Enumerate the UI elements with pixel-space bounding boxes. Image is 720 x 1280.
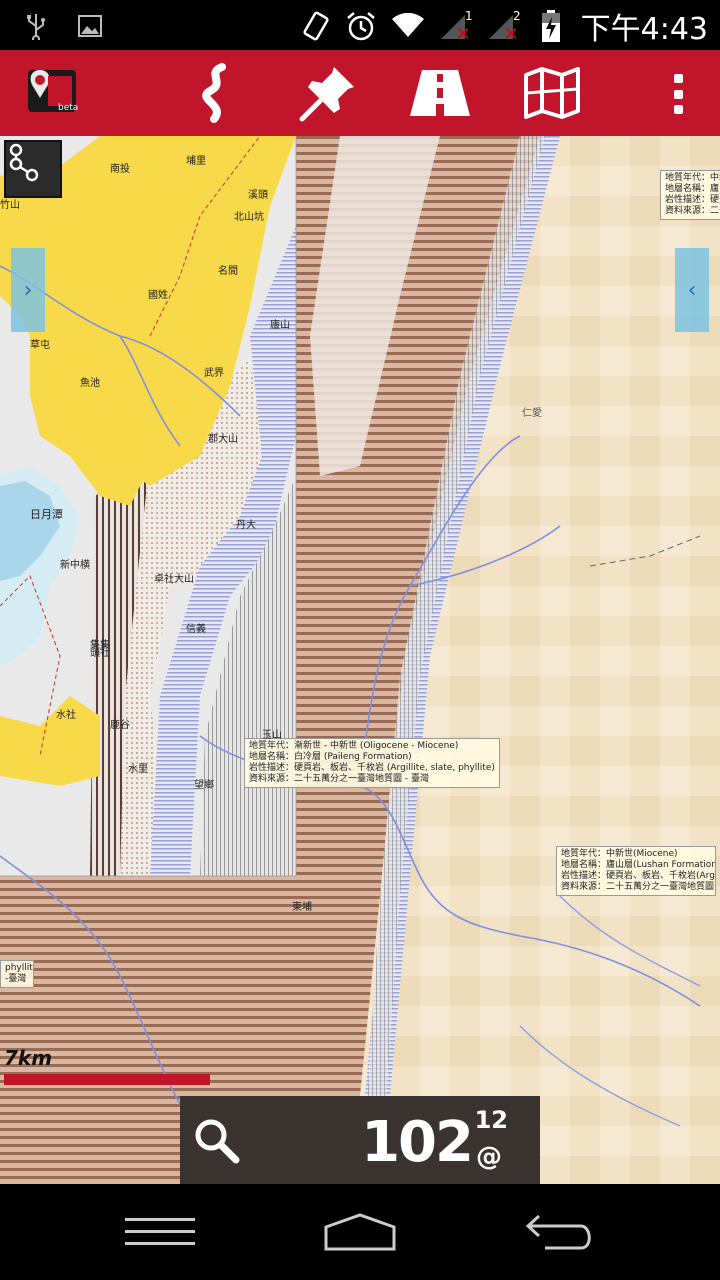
geology-info-box-2[interactable]: 地質年代：中新世(Miocene) 地層名稱：廬山層(Lushan Format… (556, 846, 716, 896)
place-label: 國姓 (148, 290, 168, 301)
scale-label: 7km (4, 1046, 53, 1070)
route-icon (202, 63, 226, 123)
geology-info-box-1[interactable]: 地質年代：漸新世 - 中新世 (Oligocene - Miocene) 地層名… (244, 738, 500, 788)
place-label: 竹山 (0, 200, 20, 211)
place-label: 北山坑 (234, 212, 264, 223)
app-logo[interactable]: beta (26, 66, 78, 118)
overflow-menu-icon (673, 74, 683, 83)
place-label: 武界 (204, 368, 224, 379)
place-label: 魚池 (80, 378, 100, 389)
map-icon (524, 67, 580, 119)
zoom-level: 102 (361, 1110, 474, 1175)
vibrate-icon (299, 10, 331, 42)
wifi-icon (391, 12, 424, 37)
sim1-signal: 1 ✕ (439, 9, 473, 45)
right-drawer-tab[interactable]: ‹ (675, 248, 709, 332)
search-icon (195, 1119, 240, 1164)
recent-apps-button[interactable] (110, 1204, 210, 1260)
geology-info-box-4[interactable]: phyllite) -臺灣 (0, 960, 34, 988)
pin-icon (299, 67, 354, 122)
map-scale: 7km (4, 1046, 210, 1085)
recent-apps-icon (125, 1218, 195, 1245)
place-label: 仁愛 (522, 408, 542, 419)
chevron-left-icon: ‹ (687, 277, 697, 303)
place-label: 南投 (110, 164, 130, 175)
search-zoom-panel: 102 12 @ (180, 1096, 540, 1184)
place-label: 水里 (128, 764, 148, 775)
place-label: 望鄉 (194, 780, 214, 791)
place-label: 丹大 (236, 520, 256, 531)
place-label: 頭社 (90, 648, 110, 659)
back-button[interactable] (510, 1204, 610, 1260)
place-label: 新中横 (60, 560, 90, 571)
back-icon (525, 1214, 591, 1250)
overflow-menu-button[interactable] (672, 74, 684, 114)
image-icon (74, 10, 106, 42)
geology-info-box-3[interactable]: 地質年代：中新 地層名稱：廬山 岩性描述：硬頁 資料來源：二十 (660, 170, 720, 220)
sim2-signal: 2 ✕ (487, 9, 521, 45)
place-label: 水社 (56, 710, 76, 721)
home-button[interactable] (310, 1204, 410, 1260)
zoom-sup: 12 (474, 1106, 508, 1134)
zoom-at: @ (476, 1142, 502, 1172)
place-label: 郡大山 (208, 434, 238, 445)
road-button[interactable] (408, 62, 472, 124)
scale-bar (4, 1074, 210, 1085)
place-label: 日月潭 (30, 508, 63, 521)
place-label: 玉山 (262, 730, 282, 741)
place-label: 東埔 (292, 902, 312, 913)
pin-button[interactable] (296, 62, 360, 124)
place-label: 鹿谷 (110, 720, 130, 731)
navigation-bar (0, 1184, 720, 1280)
place-label: 信義 (186, 624, 206, 635)
clock: 下午4:43 (580, 12, 708, 47)
logo-beta-text: beta (58, 103, 78, 113)
map-button[interactable] (520, 62, 584, 124)
place-label: 卓社大山 (154, 574, 194, 585)
app-toolbar: beta (0, 50, 720, 136)
battery-icon (535, 10, 567, 42)
home-icon (324, 1213, 396, 1251)
wifi-signal (391, 9, 425, 43)
place-label: 廬山 (270, 320, 290, 331)
chevron-right-icon: › (23, 277, 33, 303)
alarm-icon (345, 10, 377, 42)
layers-button[interactable] (4, 140, 62, 198)
road-icon (410, 70, 470, 116)
share-nodes-icon (9, 143, 39, 182)
place-label: 埔里 (186, 156, 206, 167)
route-button[interactable] (184, 62, 248, 124)
map-canvas (0, 136, 720, 1184)
place-label: 名間 (218, 266, 238, 277)
left-drawer-tab[interactable]: › (11, 248, 45, 332)
map-view[interactable]: 地質年代：漸新世 - 中新世 (Oligocene - Miocene) 地層名… (0, 136, 720, 1184)
place-label: 溪頭 (248, 190, 268, 201)
status-bar: 1 ✕ 2 ✕ 下午4:43 (0, 0, 720, 50)
usb-icon (20, 10, 52, 42)
place-label: 草屯 (30, 340, 50, 351)
